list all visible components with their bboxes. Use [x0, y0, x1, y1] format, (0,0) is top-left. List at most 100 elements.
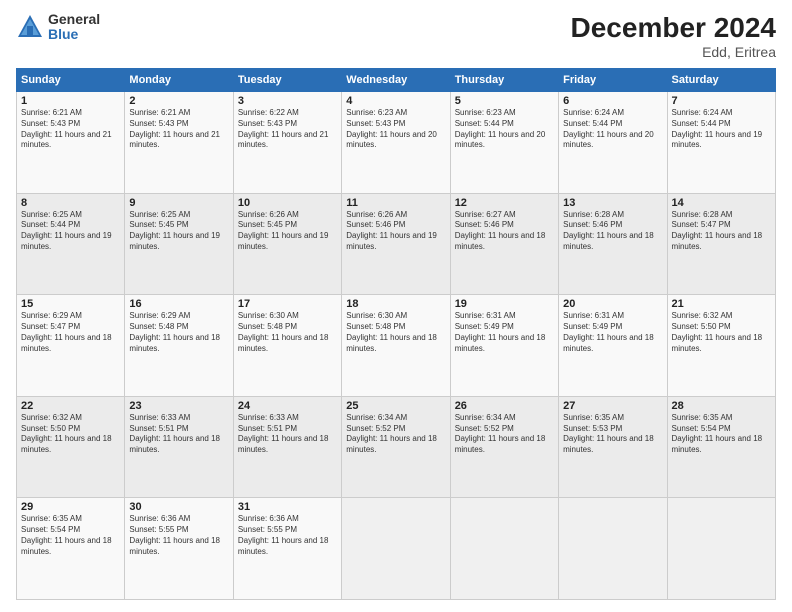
calendar-cell: 28Sunrise: 6:35 AM Sunset: 5:54 PM Dayli… — [667, 396, 775, 498]
day-info: Sunrise: 6:33 AM Sunset: 5:51 PM Dayligh… — [238, 413, 337, 456]
day-info: Sunrise: 6:26 AM Sunset: 5:46 PM Dayligh… — [346, 210, 445, 253]
day-number: 11 — [346, 197, 445, 209]
calendar-cell: 11Sunrise: 6:26 AM Sunset: 5:46 PM Dayli… — [342, 193, 450, 295]
calendar-col-tuesday: Tuesday — [233, 69, 341, 92]
calendar-cell: 16Sunrise: 6:29 AM Sunset: 5:48 PM Dayli… — [125, 295, 233, 397]
main-title: December 2024 — [571, 12, 776, 44]
day-number: 7 — [672, 95, 771, 107]
calendar-cell: 18Sunrise: 6:30 AM Sunset: 5:48 PM Dayli… — [342, 295, 450, 397]
calendar-cell: 20Sunrise: 6:31 AM Sunset: 5:49 PM Dayli… — [559, 295, 667, 397]
day-number: 17 — [238, 298, 337, 310]
day-info: Sunrise: 6:27 AM Sunset: 5:46 PM Dayligh… — [455, 210, 554, 253]
day-number: 15 — [21, 298, 120, 310]
day-number: 12 — [455, 197, 554, 209]
day-number: 14 — [672, 197, 771, 209]
day-info: Sunrise: 6:36 AM Sunset: 5:55 PM Dayligh… — [238, 514, 337, 557]
day-number: 31 — [238, 501, 337, 513]
day-number: 21 — [672, 298, 771, 310]
day-info: Sunrise: 6:34 AM Sunset: 5:52 PM Dayligh… — [455, 413, 554, 456]
calendar-cell: 21Sunrise: 6:32 AM Sunset: 5:50 PM Dayli… — [667, 295, 775, 397]
calendar-cell: 12Sunrise: 6:27 AM Sunset: 5:46 PM Dayli… — [450, 193, 558, 295]
day-info: Sunrise: 6:32 AM Sunset: 5:50 PM Dayligh… — [21, 413, 120, 456]
calendar-cell — [342, 498, 450, 600]
day-info: Sunrise: 6:28 AM Sunset: 5:47 PM Dayligh… — [672, 210, 771, 253]
calendar-week-row: 1Sunrise: 6:21 AM Sunset: 5:43 PM Daylig… — [17, 92, 776, 194]
calendar-col-thursday: Thursday — [450, 69, 558, 92]
calendar-cell: 31Sunrise: 6:36 AM Sunset: 5:55 PM Dayli… — [233, 498, 341, 600]
day-info: Sunrise: 6:29 AM Sunset: 5:47 PM Dayligh… — [21, 311, 120, 354]
day-number: 6 — [563, 95, 662, 107]
day-number: 27 — [563, 400, 662, 412]
calendar-cell: 3Sunrise: 6:22 AM Sunset: 5:43 PM Daylig… — [233, 92, 341, 194]
day-info: Sunrise: 6:35 AM Sunset: 5:54 PM Dayligh… — [21, 514, 120, 557]
day-number: 4 — [346, 95, 445, 107]
day-info: Sunrise: 6:30 AM Sunset: 5:48 PM Dayligh… — [346, 311, 445, 354]
day-info: Sunrise: 6:21 AM Sunset: 5:43 PM Dayligh… — [129, 108, 228, 151]
calendar-header-row: SundayMondayTuesdayWednesdayThursdayFrid… — [17, 69, 776, 92]
calendar-week-row: 15Sunrise: 6:29 AM Sunset: 5:47 PM Dayli… — [17, 295, 776, 397]
calendar-cell: 4Sunrise: 6:23 AM Sunset: 5:43 PM Daylig… — [342, 92, 450, 194]
calendar-week-row: 29Sunrise: 6:35 AM Sunset: 5:54 PM Dayli… — [17, 498, 776, 600]
logo-icon — [16, 13, 44, 41]
calendar-cell: 1Sunrise: 6:21 AM Sunset: 5:43 PM Daylig… — [17, 92, 125, 194]
day-number: 10 — [238, 197, 337, 209]
day-info: Sunrise: 6:35 AM Sunset: 5:54 PM Dayligh… — [672, 413, 771, 456]
calendar-week-row: 8Sunrise: 6:25 AM Sunset: 5:44 PM Daylig… — [17, 193, 776, 295]
day-number: 3 — [238, 95, 337, 107]
calendar-table: SundayMondayTuesdayWednesdayThursdayFrid… — [16, 68, 776, 600]
calendar-col-friday: Friday — [559, 69, 667, 92]
day-info: Sunrise: 6:29 AM Sunset: 5:48 PM Dayligh… — [129, 311, 228, 354]
calendar-cell: 23Sunrise: 6:33 AM Sunset: 5:51 PM Dayli… — [125, 396, 233, 498]
day-info: Sunrise: 6:32 AM Sunset: 5:50 PM Dayligh… — [672, 311, 771, 354]
calendar-cell: 27Sunrise: 6:35 AM Sunset: 5:53 PM Dayli… — [559, 396, 667, 498]
logo-text: General Blue — [48, 12, 100, 43]
calendar-cell: 2Sunrise: 6:21 AM Sunset: 5:43 PM Daylig… — [125, 92, 233, 194]
day-info: Sunrise: 6:35 AM Sunset: 5:53 PM Dayligh… — [563, 413, 662, 456]
day-number: 28 — [672, 400, 771, 412]
calendar-cell: 25Sunrise: 6:34 AM Sunset: 5:52 PM Dayli… — [342, 396, 450, 498]
header: General Blue December 2024 Edd, Eritrea — [16, 12, 776, 60]
calendar-cell: 22Sunrise: 6:32 AM Sunset: 5:50 PM Dayli… — [17, 396, 125, 498]
day-info: Sunrise: 6:24 AM Sunset: 5:44 PM Dayligh… — [563, 108, 662, 151]
calendar-col-sunday: Sunday — [17, 69, 125, 92]
calendar-cell — [450, 498, 558, 600]
calendar-cell: 10Sunrise: 6:26 AM Sunset: 5:45 PM Dayli… — [233, 193, 341, 295]
calendar-cell: 29Sunrise: 6:35 AM Sunset: 5:54 PM Dayli… — [17, 498, 125, 600]
calendar-cell: 30Sunrise: 6:36 AM Sunset: 5:55 PM Dayli… — [125, 498, 233, 600]
day-number: 20 — [563, 298, 662, 310]
day-number: 19 — [455, 298, 554, 310]
day-number: 25 — [346, 400, 445, 412]
calendar-cell: 14Sunrise: 6:28 AM Sunset: 5:47 PM Dayli… — [667, 193, 775, 295]
day-number: 29 — [21, 501, 120, 513]
calendar-cell: 26Sunrise: 6:34 AM Sunset: 5:52 PM Dayli… — [450, 396, 558, 498]
day-number: 5 — [455, 95, 554, 107]
day-number: 26 — [455, 400, 554, 412]
day-number: 16 — [129, 298, 228, 310]
day-info: Sunrise: 6:23 AM Sunset: 5:44 PM Dayligh… — [455, 108, 554, 151]
day-info: Sunrise: 6:33 AM Sunset: 5:51 PM Dayligh… — [129, 413, 228, 456]
day-info: Sunrise: 6:28 AM Sunset: 5:46 PM Dayligh… — [563, 210, 662, 253]
day-info: Sunrise: 6:31 AM Sunset: 5:49 PM Dayligh… — [455, 311, 554, 354]
day-number: 22 — [21, 400, 120, 412]
day-number: 13 — [563, 197, 662, 209]
page: General Blue December 2024 Edd, Eritrea … — [0, 0, 792, 612]
calendar-cell — [667, 498, 775, 600]
calendar-col-monday: Monday — [125, 69, 233, 92]
calendar-cell: 24Sunrise: 6:33 AM Sunset: 5:51 PM Dayli… — [233, 396, 341, 498]
calendar-col-saturday: Saturday — [667, 69, 775, 92]
day-info: Sunrise: 6:22 AM Sunset: 5:43 PM Dayligh… — [238, 108, 337, 151]
calendar-cell: 9Sunrise: 6:25 AM Sunset: 5:45 PM Daylig… — [125, 193, 233, 295]
day-number: 2 — [129, 95, 228, 107]
logo: General Blue — [16, 12, 100, 43]
day-info: Sunrise: 6:36 AM Sunset: 5:55 PM Dayligh… — [129, 514, 228, 557]
day-info: Sunrise: 6:25 AM Sunset: 5:44 PM Dayligh… — [21, 210, 120, 253]
day-number: 8 — [21, 197, 120, 209]
day-info: Sunrise: 6:21 AM Sunset: 5:43 PM Dayligh… — [21, 108, 120, 151]
calendar-cell: 7Sunrise: 6:24 AM Sunset: 5:44 PM Daylig… — [667, 92, 775, 194]
day-info: Sunrise: 6:23 AM Sunset: 5:43 PM Dayligh… — [346, 108, 445, 151]
title-block: December 2024 Edd, Eritrea — [571, 12, 776, 60]
day-number: 30 — [129, 501, 228, 513]
day-info: Sunrise: 6:30 AM Sunset: 5:48 PM Dayligh… — [238, 311, 337, 354]
calendar-week-row: 22Sunrise: 6:32 AM Sunset: 5:50 PM Dayli… — [17, 396, 776, 498]
calendar-cell: 5Sunrise: 6:23 AM Sunset: 5:44 PM Daylig… — [450, 92, 558, 194]
